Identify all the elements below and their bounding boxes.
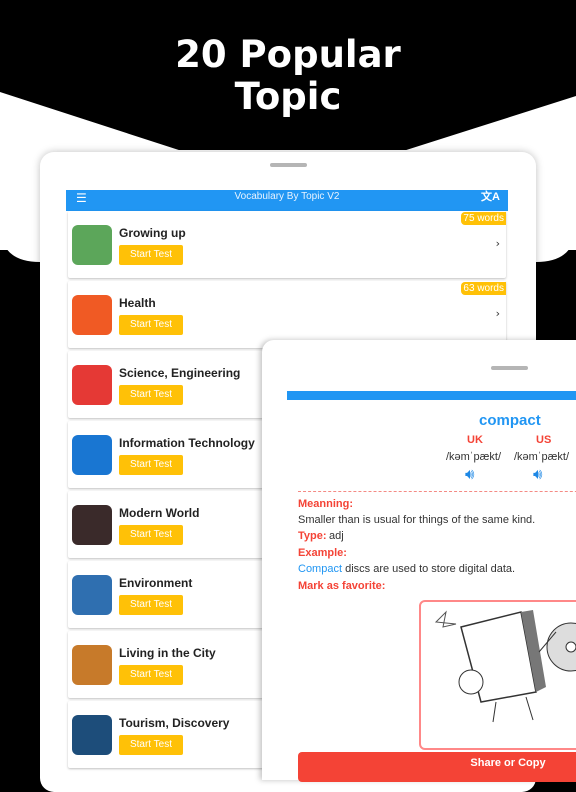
topic-title: Environment (119, 576, 193, 590)
drag-handle[interactable] (491, 366, 528, 370)
uk-label: UK (467, 434, 483, 446)
translate-icon[interactable]: 文A (481, 190, 500, 204)
favorite-label: Mark as favorite: (298, 580, 386, 592)
divider (298, 491, 576, 492)
app-title: Vocabulary By Topic V2 (234, 191, 340, 202)
illustration-drawing (434, 610, 576, 723)
topic-thumbnail (72, 575, 112, 615)
topic-card[interactable]: Growing up Start Test 75 words › (68, 211, 506, 278)
example-rest: discs are used to store digital data. (342, 563, 516, 575)
meaning-label: Meanning: (298, 498, 353, 510)
share-button[interactable]: Share or Copy (298, 752, 576, 782)
app-bar: ☰ Vocabulary By Topic V2 文A (66, 190, 508, 211)
topic-title: Modern World (119, 506, 200, 520)
headline-line1: 20 Popular (175, 33, 401, 76)
type-label: Type: (298, 530, 327, 542)
topic-title: Health (119, 296, 156, 310)
topic-thumbnail (72, 365, 112, 405)
word-title: compact (479, 412, 541, 429)
topic-thumbnail (72, 645, 112, 685)
headline-line2: Topic (234, 75, 342, 118)
topic-thumbnail (72, 505, 112, 545)
start-test-button[interactable]: Start Test (119, 385, 183, 405)
start-test-button[interactable]: Start Test (119, 455, 183, 475)
word-count-badge: 75 words (461, 212, 506, 225)
type-value: adj (329, 530, 344, 542)
topic-title: Growing up (119, 226, 186, 240)
start-test-button[interactable]: Start Test (119, 735, 183, 755)
us-speaker-icon[interactable]: 🔊︎ (533, 465, 542, 483)
topic-title: Tourism, Discovery (119, 716, 230, 730)
hamburger-icon[interactable]: ☰ (76, 191, 87, 205)
topic-thumbnail (72, 435, 112, 475)
uk-speaker-icon[interactable]: 🔊︎ (465, 465, 474, 483)
topic-title: Living in the City (119, 646, 216, 660)
headline: 20 Popular Topic (0, 34, 576, 118)
start-test-button[interactable]: Start Test (119, 525, 183, 545)
start-test-button[interactable]: Start Test (119, 245, 183, 265)
example-text: Compact discs are used to store digital … (298, 563, 515, 575)
word-detail-device: compact UK US /kəmˈpækt/ /kəmˈpækt/ 🔊︎ 🔊… (262, 340, 576, 782)
word-illustration (419, 600, 576, 750)
start-test-button[interactable]: Start Test (119, 595, 183, 615)
drag-handle[interactable] (270, 163, 307, 167)
start-test-button[interactable]: Start Test (119, 665, 183, 685)
example-label: Example: (298, 547, 347, 559)
word-count-badge: 63 words (461, 282, 506, 295)
us-pronunciation: /kəmˈpækt/ (514, 451, 570, 463)
chevron-right-icon[interactable]: › (496, 307, 500, 320)
uk-pronunciation: /kəmˈpækt/ (446, 451, 502, 463)
topic-thumbnail (72, 295, 112, 335)
chevron-right-icon[interactable]: › (496, 237, 500, 250)
topic-card[interactable]: Health Start Test 63 words › (68, 281, 506, 348)
meaning-text: Smaller than is usual for things of the … (298, 514, 536, 526)
topic-title: Science, Engineering (119, 366, 241, 380)
topic-thumbnail (72, 225, 112, 265)
topic-thumbnail (72, 715, 112, 755)
example-word: Compact (298, 563, 343, 575)
start-test-button[interactable]: Start Test (119, 315, 183, 335)
detail-app-bar (287, 391, 576, 400)
topic-title: Information Technology (119, 436, 255, 450)
us-label: US (536, 434, 552, 446)
